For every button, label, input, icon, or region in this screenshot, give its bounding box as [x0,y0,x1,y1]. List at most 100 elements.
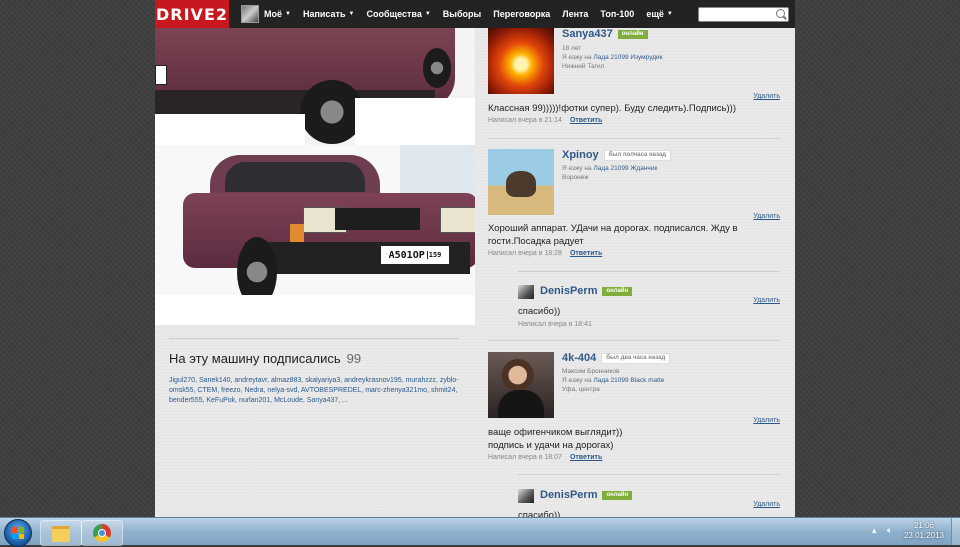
nav-item[interactable]: Выборы [443,9,481,19]
author-real-name: Максим Бронников [562,368,620,375]
comment-reply: DenisPerm онлайн Удалить спасибо)) Написа… [518,285,780,335]
snow [355,98,475,145]
folder-icon [52,526,70,542]
chrome-icon [93,524,111,542]
subscribers-list[interactable]: Jigul270, Sanek140, andreytavr, almaz883… [169,376,459,406]
avatar-image [498,390,544,418]
comment-date: Написал вчера в 18:41 [518,321,592,328]
comment-footer: Написал вчера в 21:14 Ответить [488,117,602,124]
speaker-icon[interactable]: 🔈︎ [887,525,892,535]
comment-avatar[interactable] [488,28,554,94]
car-grille [335,208,420,230]
show-desktop-button[interactable] [951,518,960,545]
nav-item[interactable]: Лента [562,9,588,19]
comment-reply: DenisPerm онлайн Удалить спасибо)) [518,489,780,517]
author-age: 18 лет [562,45,582,52]
nav-item-label: Написать [302,9,346,19]
headlight-right [440,207,475,233]
reply-avatar[interactable] [518,285,534,299]
car-photo-1[interactable] [155,28,475,145]
comment-author[interactable]: Xpinoy был полчаса назад [562,149,672,161]
main-menu: Моё ▼ Написать ▼ Сообщества ▼ Выборы Переговорк… [259,0,673,28]
house-background [400,145,475,200]
nav-item-label: Моё [264,9,282,19]
drives-prefix: Я езжу на [562,377,592,384]
delete-link[interactable]: Удалить [753,417,780,424]
drive2-page: DRIVE2 Моё ▼ Написать ▼ Сообщества ▼ Выборы Пер… [155,0,795,517]
clock-date: 23.01.2013 [903,531,944,540]
nav-item[interactable]: Моё ▼ [264,9,291,19]
delete-link[interactable]: Удалить [753,213,780,220]
snow [155,295,475,325]
comment-author-name[interactable]: DenisPerm [540,285,597,297]
chrome-taskbar-button[interactable] [81,520,123,546]
delete-link[interactable]: Удалить [753,93,780,100]
avatar-image [506,171,536,197]
comment-text-line: подпись и удачи на дорогах) [488,440,614,451]
comment-text-line: ваще офигенчиком выглядит)) [488,427,623,438]
nav-item[interactable]: Топ-100 [600,9,634,19]
dropdown-caret-icon: ▼ [666,11,673,17]
nav-item-label: Выборы [442,9,482,19]
reply-link[interactable]: Ответить [570,117,602,124]
nav-item[interactable]: Сообщества ▼ [366,9,430,19]
comment: Sanya437 онлайн 18 лет Я езжу на Лада 210… [488,28,780,133]
windows-taskbar: ▴ 🔈︎ 21:06 23.01.2013 [0,517,960,547]
comment-author-name[interactable]: Xpinoy [562,149,599,161]
system-tray[interactable]: ▴ 🔈︎ [872,525,892,536]
user-avatar-icon[interactable] [241,5,259,23]
nav-item-label: Переговорка [493,9,551,19]
author-car-link[interactable]: Лада 21099 Жданчик [593,165,657,172]
comment-author-info: Я езжу на Лада 21099 Жданчик Воронеж [562,164,657,182]
car-photo-2[interactable]: A501OP 159 [155,145,475,325]
comment-avatar[interactable] [488,352,554,418]
clock-time: 21:06 [913,521,934,530]
status-badge: онлайн [602,287,633,296]
author-car-link[interactable]: Лада 21099 Black matte [593,377,664,384]
nav-item[interactable]: ещё ▼ [646,9,673,19]
delete-link[interactable]: Удалить [753,501,780,508]
explorer-taskbar-button[interactable] [40,520,82,546]
plate-number: A501OP [388,249,425,261]
comment-author-name[interactable]: DenisPerm [540,489,597,501]
comment-author-info: Максим Бронников Я езжу на Лада 21099 Bl… [562,367,664,394]
nav-item-label: Сообщества [366,9,422,19]
status-badge: онлайн [617,30,648,39]
search-input[interactable] [698,7,789,22]
author-city: Воронеж [562,174,589,181]
nav-item[interactable]: Написать ▼ [303,9,355,19]
top-navigation-bar: DRIVE2 Моё ▼ Написать ▼ Сообщества ▼ Выборы Пер… [155,0,795,28]
search-icon[interactable] [776,9,785,18]
comment-author-name[interactable]: 4k-404 [562,352,596,364]
comment-author[interactable]: Sanya437 онлайн [562,28,648,40]
turn-signal-left [290,224,304,244]
comment-author-name[interactable]: Sanya437 [562,28,613,40]
nav-item-label: ещё [646,9,664,19]
comment: 4k-404 был два часа назад Максим Броннико… [488,352,780,467]
start-button[interactable] [4,519,32,547]
dropdown-caret-icon: ▼ [424,11,431,17]
comment-text: Классная 99)))))!фотки супер). Буду след… [488,103,736,114]
clock[interactable]: 21:06 23.01.2013 [904,521,944,541]
delete-link[interactable]: Удалить [753,297,780,304]
comment-footer: Написал вчера в 18:07 Ответить [488,454,602,461]
status-badge: был полчаса назад [603,150,672,161]
reply-link[interactable]: Ответить [570,250,602,257]
comment-author[interactable]: 4k-404 был два часа назад [562,352,671,364]
author-city: Уфа, центра [562,386,600,393]
show-hidden-icons-icon[interactable]: ▴ [872,525,877,535]
car-windshield [225,162,365,192]
reply-link[interactable]: Ответить [570,454,602,461]
nav-item[interactable]: Переговорка [493,9,550,19]
comment-divider [518,271,780,272]
comment-divider [488,138,780,139]
comment-date: Написал вчера в 21:14 [488,117,562,124]
comment-author[interactable]: DenisPerm онлайн [540,489,633,501]
comment-avatar[interactable] [488,149,554,215]
car-wheel-rear [423,48,451,88]
drive2-logo[interactable]: DRIVE2 [155,0,229,28]
comment-author[interactable]: DenisPerm онлайн [540,285,633,297]
author-car-link[interactable]: Лада 21099 Изумрудик [593,54,662,61]
author-city: Нижний Тагил [562,63,605,70]
reply-avatar[interactable] [518,489,534,503]
